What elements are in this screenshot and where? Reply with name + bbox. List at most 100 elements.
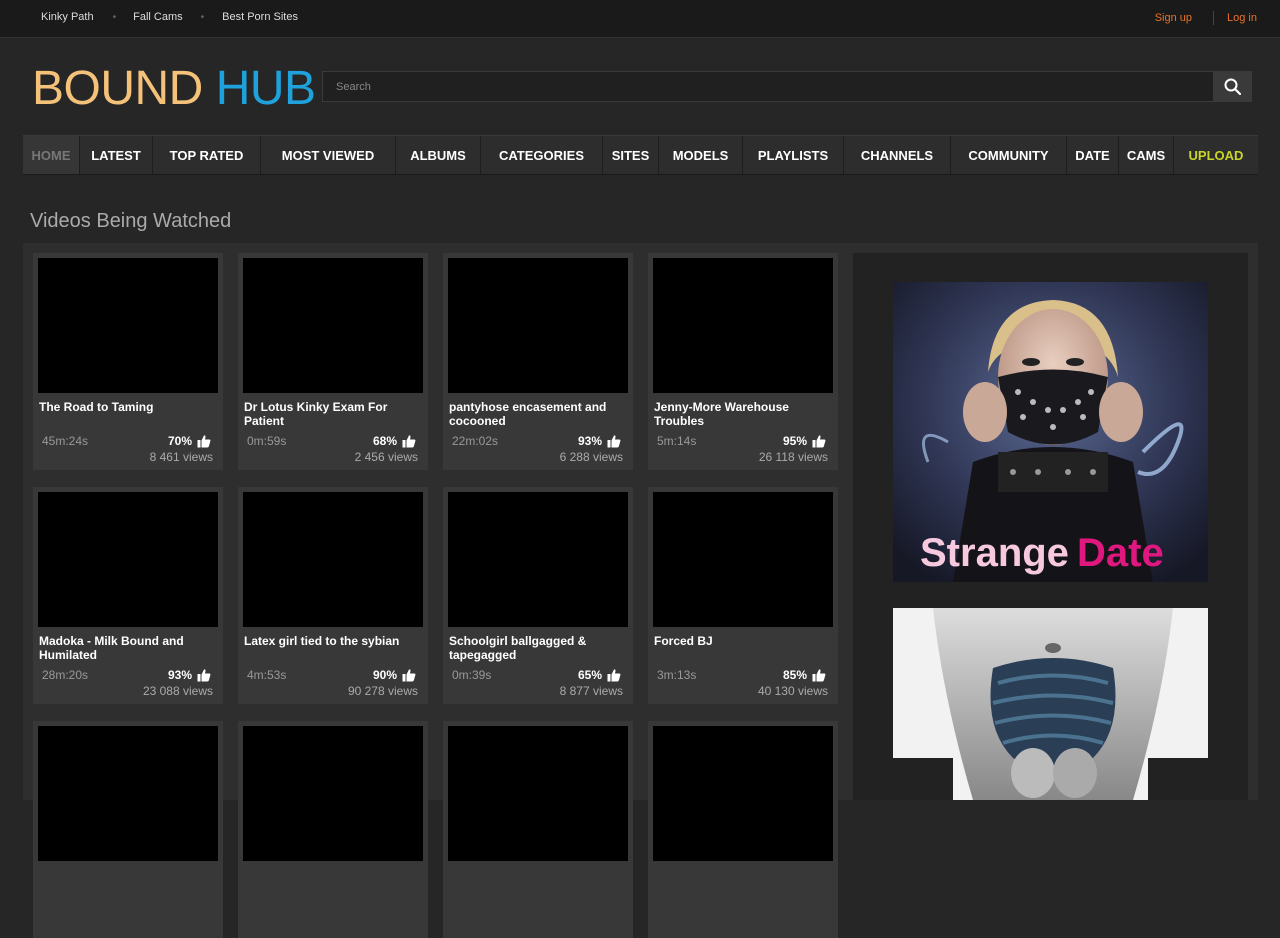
- video-rating: 85%: [783, 668, 826, 682]
- video-views: 6 288 views: [559, 450, 623, 464]
- video-rating: 95%: [783, 434, 826, 448]
- video-views: 8 461 views: [149, 450, 213, 464]
- thumbs-up-icon: [607, 435, 621, 448]
- thumbs-up-icon: [197, 669, 211, 682]
- nav-sites[interactable]: SITES: [603, 136, 659, 174]
- video-thumbnail[interactable]: [448, 726, 628, 861]
- video-card[interactable]: [648, 721, 838, 938]
- partner-link-kinky-path[interactable]: Kinky Path: [41, 11, 94, 23]
- site-logo[interactable]: BOUND HUB: [32, 64, 316, 114]
- video-thumbnail[interactable]: [243, 258, 423, 393]
- ad-banner-strange-date[interactable]: Strange Date: [893, 282, 1208, 582]
- rating-value: 85%: [782, 668, 807, 682]
- video-thumbnail[interactable]: [448, 492, 628, 627]
- video-card[interactable]: [33, 721, 223, 938]
- nav-categories[interactable]: CATEGORIES: [481, 136, 603, 174]
- nav-home[interactable]: HOME: [23, 136, 80, 174]
- video-card[interactable]: The Road to Taming 45m:24s 70% 8 461 views: [33, 253, 223, 470]
- video-card[interactable]: pantyhose encasement and cocooned 22m:02s…: [443, 253, 633, 470]
- top-bar: Kinky Path • Fall Cams • Best Porn Sites…: [0, 0, 1280, 38]
- video-views: 90 278 views: [347, 684, 418, 698]
- separator-dot: •: [200, 11, 205, 23]
- video-duration: 0m:39s: [452, 668, 492, 682]
- video-duration: 4m:53s: [247, 668, 287, 682]
- nav-top-rated[interactable]: TOP RATED: [153, 136, 261, 174]
- video-title[interactable]: Forced BJ: [654, 634, 832, 648]
- video-card[interactable]: [443, 721, 633, 938]
- separator-dot: •: [112, 11, 117, 23]
- ad-banner-rope[interactable]: [893, 608, 1208, 800]
- section-title: Videos Being Watched: [30, 210, 232, 232]
- nav-cams[interactable]: CAMS: [1119, 136, 1174, 174]
- nav-upload[interactable]: UPLOAD: [1174, 136, 1258, 174]
- video-thumbnail[interactable]: [653, 492, 833, 627]
- partner-link-best-porn-sites[interactable]: Best Porn Sites: [222, 11, 298, 23]
- video-rating: 65%: [578, 668, 621, 682]
- rating-value: 90%: [372, 668, 397, 682]
- video-duration: 28m:20s: [42, 668, 89, 682]
- video-title[interactable]: Jenny-More Warehouse Troubles: [654, 400, 832, 428]
- video-card[interactable]: [238, 721, 428, 938]
- nav-models[interactable]: MODELS: [659, 136, 743, 174]
- ad-image: [893, 608, 1208, 800]
- video-card[interactable]: Schoolgirl ballgagged & tapegagged 0m:39s…: [443, 487, 633, 704]
- video-rating: 93%: [168, 668, 211, 682]
- video-title[interactable]: Latex girl tied to the sybian: [244, 634, 422, 648]
- video-duration: 5m:14s: [657, 434, 697, 448]
- video-thumbnail[interactable]: [653, 258, 833, 393]
- nav-channels[interactable]: CHANNELS: [844, 136, 951, 174]
- video-title[interactable]: Madoka - Milk Bound and Humilated: [39, 634, 217, 662]
- ad-text-date: Date: [1077, 531, 1164, 575]
- partner-link-fall-cams[interactable]: Fall Cams: [133, 11, 183, 23]
- video-thumbnail[interactable]: [448, 258, 628, 393]
- video-thumbnail[interactable]: [38, 726, 218, 861]
- login-link[interactable]: Log in: [1227, 12, 1257, 24]
- rating-value: 95%: [782, 434, 807, 448]
- video-thumbnail[interactable]: [243, 492, 423, 627]
- video-rating: 90%: [373, 668, 416, 682]
- video-card[interactable]: Latex girl tied to the sybian 4m:53s 90% 90…: [238, 487, 428, 704]
- video-card[interactable]: Madoka - Milk Bound and Humilated 28m:20s…: [33, 487, 223, 704]
- thumbs-up-icon: [812, 669, 826, 682]
- thumbs-up-icon: [402, 435, 416, 448]
- video-title[interactable]: pantyhose encasement and cocooned: [449, 400, 627, 428]
- video-rating: 93%: [578, 434, 621, 448]
- video-rating: 68%: [373, 434, 416, 448]
- nav-playlists[interactable]: PLAYLISTS: [743, 136, 844, 174]
- rating-value: 65%: [577, 668, 602, 682]
- nav-albums[interactable]: ALBUMS: [396, 136, 481, 174]
- rating-value: 93%: [167, 668, 192, 682]
- thumbs-up-icon: [607, 669, 621, 682]
- main-nav: HOME LATEST TOP RATED MOST VIEWED ALBUMS…: [23, 135, 1258, 175]
- nav-latest[interactable]: LATEST: [80, 136, 153, 174]
- search-button[interactable]: [1213, 72, 1251, 101]
- rating-value: 68%: [372, 434, 397, 448]
- video-title[interactable]: Dr Lotus Kinky Exam For Patient: [244, 400, 422, 428]
- video-card[interactable]: Forced BJ 3m:13s 85% 40 130 views: [648, 487, 838, 704]
- auth-links: Sign up Log in: [1155, 11, 1257, 25]
- search-icon: [1224, 78, 1241, 95]
- rating-value: 93%: [577, 434, 602, 448]
- nav-community[interactable]: COMMUNITY: [951, 136, 1067, 174]
- thumbs-up-icon: [402, 669, 416, 682]
- signup-link[interactable]: Sign up: [1155, 12, 1192, 24]
- video-rating: 70%: [168, 434, 211, 448]
- video-title[interactable]: The Road to Taming: [39, 400, 217, 414]
- nav-date[interactable]: DATE: [1067, 136, 1119, 174]
- video-thumbnail[interactable]: [38, 492, 218, 627]
- video-thumbnail[interactable]: [243, 726, 423, 861]
- video-views: 40 130 views: [757, 684, 828, 698]
- video-thumbnail[interactable]: [653, 726, 833, 861]
- nav-most-viewed[interactable]: MOST VIEWED: [261, 136, 396, 174]
- thumbs-up-icon: [197, 435, 211, 448]
- video-title[interactable]: Schoolgirl ballgagged & tapegagged: [449, 634, 627, 662]
- search-bar: [322, 71, 1252, 102]
- video-views: 8 877 views: [559, 684, 623, 698]
- video-card[interactable]: Jenny-More Warehouse Troubles 5m:14s 95% 26…: [648, 253, 838, 470]
- video-views: 2 456 views: [354, 450, 418, 464]
- search-input[interactable]: [323, 72, 1213, 101]
- divider: [1213, 11, 1215, 25]
- video-card[interactable]: Dr Lotus Kinky Exam For Patient 0m:59s 68%…: [238, 253, 428, 470]
- video-thumbnail[interactable]: [38, 258, 218, 393]
- video-duration: 3m:13s: [657, 668, 697, 682]
